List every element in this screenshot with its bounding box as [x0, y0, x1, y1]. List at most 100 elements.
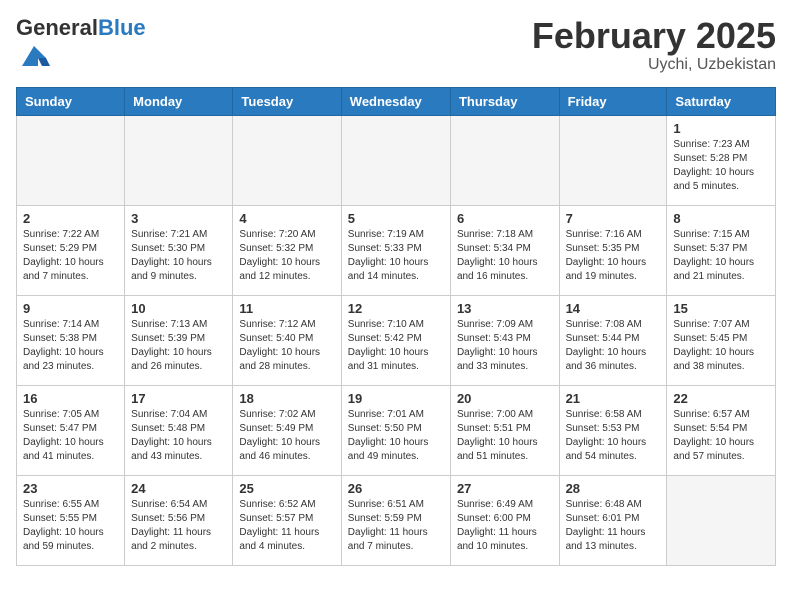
day-info: Sunrise: 7:13 AM Sunset: 5:39 PM Dayligh… — [131, 318, 226, 374]
calendar-cell: 21 Sunrise: 6:58 AM Sunset: 5:53 PM Dayli… — [559, 386, 667, 476]
day-info: Sunrise: 7:23 AM Sunset: 5:28 PM Dayligh… — [673, 138, 769, 194]
calendar-week-row: 2 Sunrise: 7:22 AM Sunset: 5:29 PM Daylig… — [17, 206, 776, 296]
day-number: 12 — [348, 301, 444, 316]
day-info: Sunrise: 7:07 AM Sunset: 5:45 PM Dayligh… — [673, 318, 769, 374]
logo-text: GeneralBlue — [16, 16, 146, 40]
day-info: Sunrise: 7:08 AM Sunset: 5:44 PM Dayligh… — [566, 318, 661, 374]
day-number: 15 — [673, 301, 769, 316]
day-number: 2 — [23, 211, 118, 226]
logo: GeneralBlue — [16, 16, 146, 77]
calendar-cell: 2 Sunrise: 7:22 AM Sunset: 5:29 PM Daylig… — [17, 206, 125, 296]
calendar-cell: 17 Sunrise: 7:04 AM Sunset: 5:48 PM Dayli… — [125, 386, 233, 476]
title-block: February 2025 Uychi, Uzbekistan — [532, 16, 776, 74]
day-number: 22 — [673, 391, 769, 406]
day-info: Sunrise: 7:15 AM Sunset: 5:37 PM Dayligh… — [673, 228, 769, 284]
calendar-cell: 19Sunrise: 7:01 AM Sunset: 5:50 PM Dayli… — [341, 386, 450, 476]
calendar-cell: 6 Sunrise: 7:18 AM Sunset: 5:34 PM Daylig… — [450, 206, 559, 296]
day-number: 25 — [239, 481, 334, 496]
calendar-cell: 23Sunrise: 6:55 AM Sunset: 5:55 PM Dayli… — [17, 476, 125, 566]
calendar-cell: 5 Sunrise: 7:19 AM Sunset: 5:33 PM Daylig… — [341, 206, 450, 296]
day-info: Sunrise: 7:21 AM Sunset: 5:30 PM Dayligh… — [131, 228, 226, 284]
calendar-week-row: 9 Sunrise: 7:14 AM Sunset: 5:38 PM Daylig… — [17, 296, 776, 386]
day-info: Sunrise: 7:19 AM Sunset: 5:33 PM Dayligh… — [348, 228, 444, 284]
day-info: Sunrise: 7:01 AM Sunset: 5:50 PM Dayligh… — [348, 408, 444, 464]
day-info: Sunrise: 7:12 AM Sunset: 5:40 PM Dayligh… — [239, 318, 334, 374]
calendar-cell: 1 Sunrise: 7:23 AM Sunset: 5:28 PM Daylig… — [667, 116, 776, 206]
calendar-cell: 24Sunrise: 6:54 AM Sunset: 5:56 PM Dayli… — [125, 476, 233, 566]
day-info: Sunrise: 7:14 AM Sunset: 5:38 PM Dayligh… — [23, 318, 118, 374]
day-info: Sunrise: 7:20 AM Sunset: 5:32 PM Dayligh… — [239, 228, 334, 284]
day-info: Sunrise: 7:16 AM Sunset: 5:35 PM Dayligh… — [566, 228, 661, 284]
weekday-header: Friday — [559, 88, 667, 116]
calendar-week-row: 1 Sunrise: 7:23 AM Sunset: 5:28 PM Daylig… — [17, 116, 776, 206]
day-number: 6 — [457, 211, 553, 226]
calendar-header-row: SundayMondayTuesdayWednesdayThursdayFrid… — [17, 88, 776, 116]
day-number: 7 — [566, 211, 661, 226]
calendar-cell — [559, 116, 667, 206]
day-info: Sunrise: 6:52 AM Sunset: 5:57 PM Dayligh… — [239, 498, 334, 554]
weekday-header: Thursday — [450, 88, 559, 116]
day-number: 17 — [131, 391, 226, 406]
calendar-table: SundayMondayTuesdayWednesdayThursdayFrid… — [16, 87, 776, 566]
day-info: Sunrise: 7:10 AM Sunset: 5:42 PM Dayligh… — [348, 318, 444, 374]
day-info: Sunrise: 7:02 AM Sunset: 5:49 PM Dayligh… — [239, 408, 334, 464]
weekday-header: Sunday — [17, 88, 125, 116]
calendar-cell: 3 Sunrise: 7:21 AM Sunset: 5:30 PM Daylig… — [125, 206, 233, 296]
day-number: 24 — [131, 481, 226, 496]
day-number: 3 — [131, 211, 226, 226]
day-info: Sunrise: 7:18 AM Sunset: 5:34 PM Dayligh… — [457, 228, 553, 284]
day-number: 8 — [673, 211, 769, 226]
day-number: 10 — [131, 301, 226, 316]
logo-general: General — [16, 15, 98, 40]
calendar-cell: 28 Sunrise: 6:48 AM Sunset: 6:01 PM Dayli… — [559, 476, 667, 566]
month-year: February 2025 — [532, 16, 776, 56]
calendar-cell — [125, 116, 233, 206]
day-number: 16 — [23, 391, 118, 406]
calendar-cell: 4Sunrise: 7:20 AM Sunset: 5:32 PM Daylig… — [233, 206, 341, 296]
location: Uychi, Uzbekistan — [532, 56, 776, 74]
day-number: 28 — [566, 481, 661, 496]
calendar-week-row: 23Sunrise: 6:55 AM Sunset: 5:55 PM Dayli… — [17, 476, 776, 566]
day-info: Sunrise: 6:58 AM Sunset: 5:53 PM Dayligh… — [566, 408, 661, 464]
day-info: Sunrise: 6:57 AM Sunset: 5:54 PM Dayligh… — [673, 408, 769, 464]
day-number: 23 — [23, 481, 118, 496]
calendar-cell: 18 Sunrise: 7:02 AM Sunset: 5:49 PM Dayli… — [233, 386, 341, 476]
calendar-cell: 9 Sunrise: 7:14 AM Sunset: 5:38 PM Daylig… — [17, 296, 125, 386]
day-info: Sunrise: 6:49 AM Sunset: 6:00 PM Dayligh… — [457, 498, 553, 554]
weekday-header: Monday — [125, 88, 233, 116]
calendar-cell: 16Sunrise: 7:05 AM Sunset: 5:47 PM Dayli… — [17, 386, 125, 476]
day-number: 1 — [673, 121, 769, 136]
calendar-cell: 20 Sunrise: 7:00 AM Sunset: 5:51 PM Dayli… — [450, 386, 559, 476]
day-number: 21 — [566, 391, 661, 406]
calendar-cell — [450, 116, 559, 206]
day-number: 13 — [457, 301, 553, 316]
day-info: Sunrise: 7:00 AM Sunset: 5:51 PM Dayligh… — [457, 408, 553, 464]
calendar-cell: 10 Sunrise: 7:13 AM Sunset: 5:39 PM Dayli… — [125, 296, 233, 386]
page-header: GeneralBlue February 2025 Uychi, Uzbekis… — [16, 16, 776, 77]
day-info: Sunrise: 7:04 AM Sunset: 5:48 PM Dayligh… — [131, 408, 226, 464]
calendar-cell — [667, 476, 776, 566]
calendar-cell: 8 Sunrise: 7:15 AM Sunset: 5:37 PM Daylig… — [667, 206, 776, 296]
calendar-week-row: 16Sunrise: 7:05 AM Sunset: 5:47 PM Dayli… — [17, 386, 776, 476]
day-number: 9 — [23, 301, 118, 316]
day-number: 14 — [566, 301, 661, 316]
calendar-cell: 7 Sunrise: 7:16 AM Sunset: 5:35 PM Daylig… — [559, 206, 667, 296]
calendar-cell — [17, 116, 125, 206]
day-number: 20 — [457, 391, 553, 406]
day-number: 26 — [348, 481, 444, 496]
calendar-cell — [233, 116, 341, 206]
weekday-header: Saturday — [667, 88, 776, 116]
day-info: Sunrise: 6:48 AM Sunset: 6:01 PM Dayligh… — [566, 498, 661, 554]
weekday-header: Tuesday — [233, 88, 341, 116]
day-number: 27 — [457, 481, 553, 496]
day-info: Sunrise: 7:22 AM Sunset: 5:29 PM Dayligh… — [23, 228, 118, 284]
calendar-cell: 27 Sunrise: 6:49 AM Sunset: 6:00 PM Dayli… — [450, 476, 559, 566]
day-info: Sunrise: 7:09 AM Sunset: 5:43 PM Dayligh… — [457, 318, 553, 374]
calendar-cell: 13 Sunrise: 7:09 AM Sunset: 5:43 PM Dayli… — [450, 296, 559, 386]
calendar-cell: 12 Sunrise: 7:10 AM Sunset: 5:42 PM Dayli… — [341, 296, 450, 386]
day-number: 5 — [348, 211, 444, 226]
day-number: 18 — [239, 391, 334, 406]
calendar-cell: 26Sunrise: 6:51 AM Sunset: 5:59 PM Dayli… — [341, 476, 450, 566]
calendar-cell: 22 Sunrise: 6:57 AM Sunset: 5:54 PM Dayli… — [667, 386, 776, 476]
day-number: 11 — [239, 301, 334, 316]
